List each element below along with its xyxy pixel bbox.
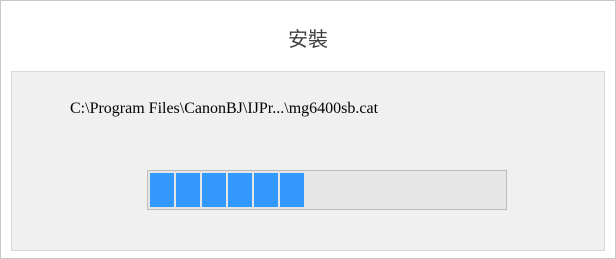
progress-segment [280,173,304,207]
progress-segment [254,173,278,207]
dialog-title: 安裝 [288,27,328,51]
progress-bar-fill [150,173,304,207]
install-progress-bar [147,170,507,210]
install-dialog: 安裝 C:\Program Files\CanonBJ\IJPr...\mg64… [0,0,616,259]
current-file-path: C:\Program Files\CanonBJ\IJPr...\mg6400s… [70,100,379,117]
progress-panel: C:\Program Files\CanonBJ\IJPr...\mg6400s… [11,71,605,251]
progress-segment [150,173,174,207]
progress-segment [202,173,226,207]
progress-segment [228,173,252,207]
progress-segment [176,173,200,207]
